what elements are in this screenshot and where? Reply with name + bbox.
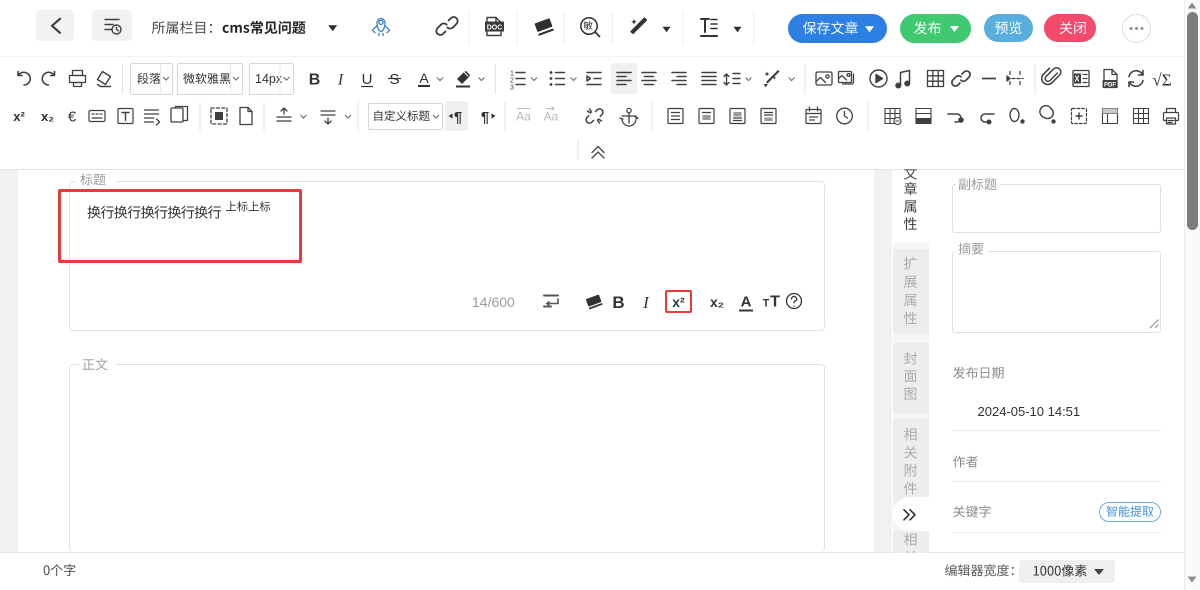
svg-text:DOC: DOC (487, 25, 503, 32)
svg-text:A: A (419, 70, 429, 86)
svg-text:A: A (741, 294, 752, 311)
svg-text:Aa: Aa (544, 110, 559, 124)
svg-text:2: 2 (510, 78, 514, 85)
svg-text:x²: x² (672, 294, 685, 310)
svg-text:B: B (612, 293, 624, 312)
svg-text:x₂: x₂ (710, 294, 724, 310)
svg-text:PDF: PDF (1104, 83, 1116, 89)
svg-text:T: T (770, 294, 780, 311)
svg-text:S: S (389, 71, 399, 88)
svg-text:I: I (337, 72, 344, 89)
svg-text:I: I (642, 293, 650, 312)
svg-text:T: T (763, 298, 770, 310)
svg-text:1: 1 (510, 71, 514, 78)
svg-text:¶: ¶ (454, 109, 462, 126)
svg-text:B: B (309, 72, 321, 89)
svg-text:x₂: x₂ (41, 109, 54, 124)
svg-text:¶: ¶ (481, 109, 489, 126)
svg-text:√Σ: √Σ (1152, 71, 1171, 90)
svg-text:Aa: Aa (516, 110, 531, 124)
svg-text:x²: x² (13, 109, 25, 124)
svg-text:€: € (68, 109, 77, 126)
svg-text:U: U (362, 71, 373, 88)
svg-text:3: 3 (510, 85, 514, 92)
